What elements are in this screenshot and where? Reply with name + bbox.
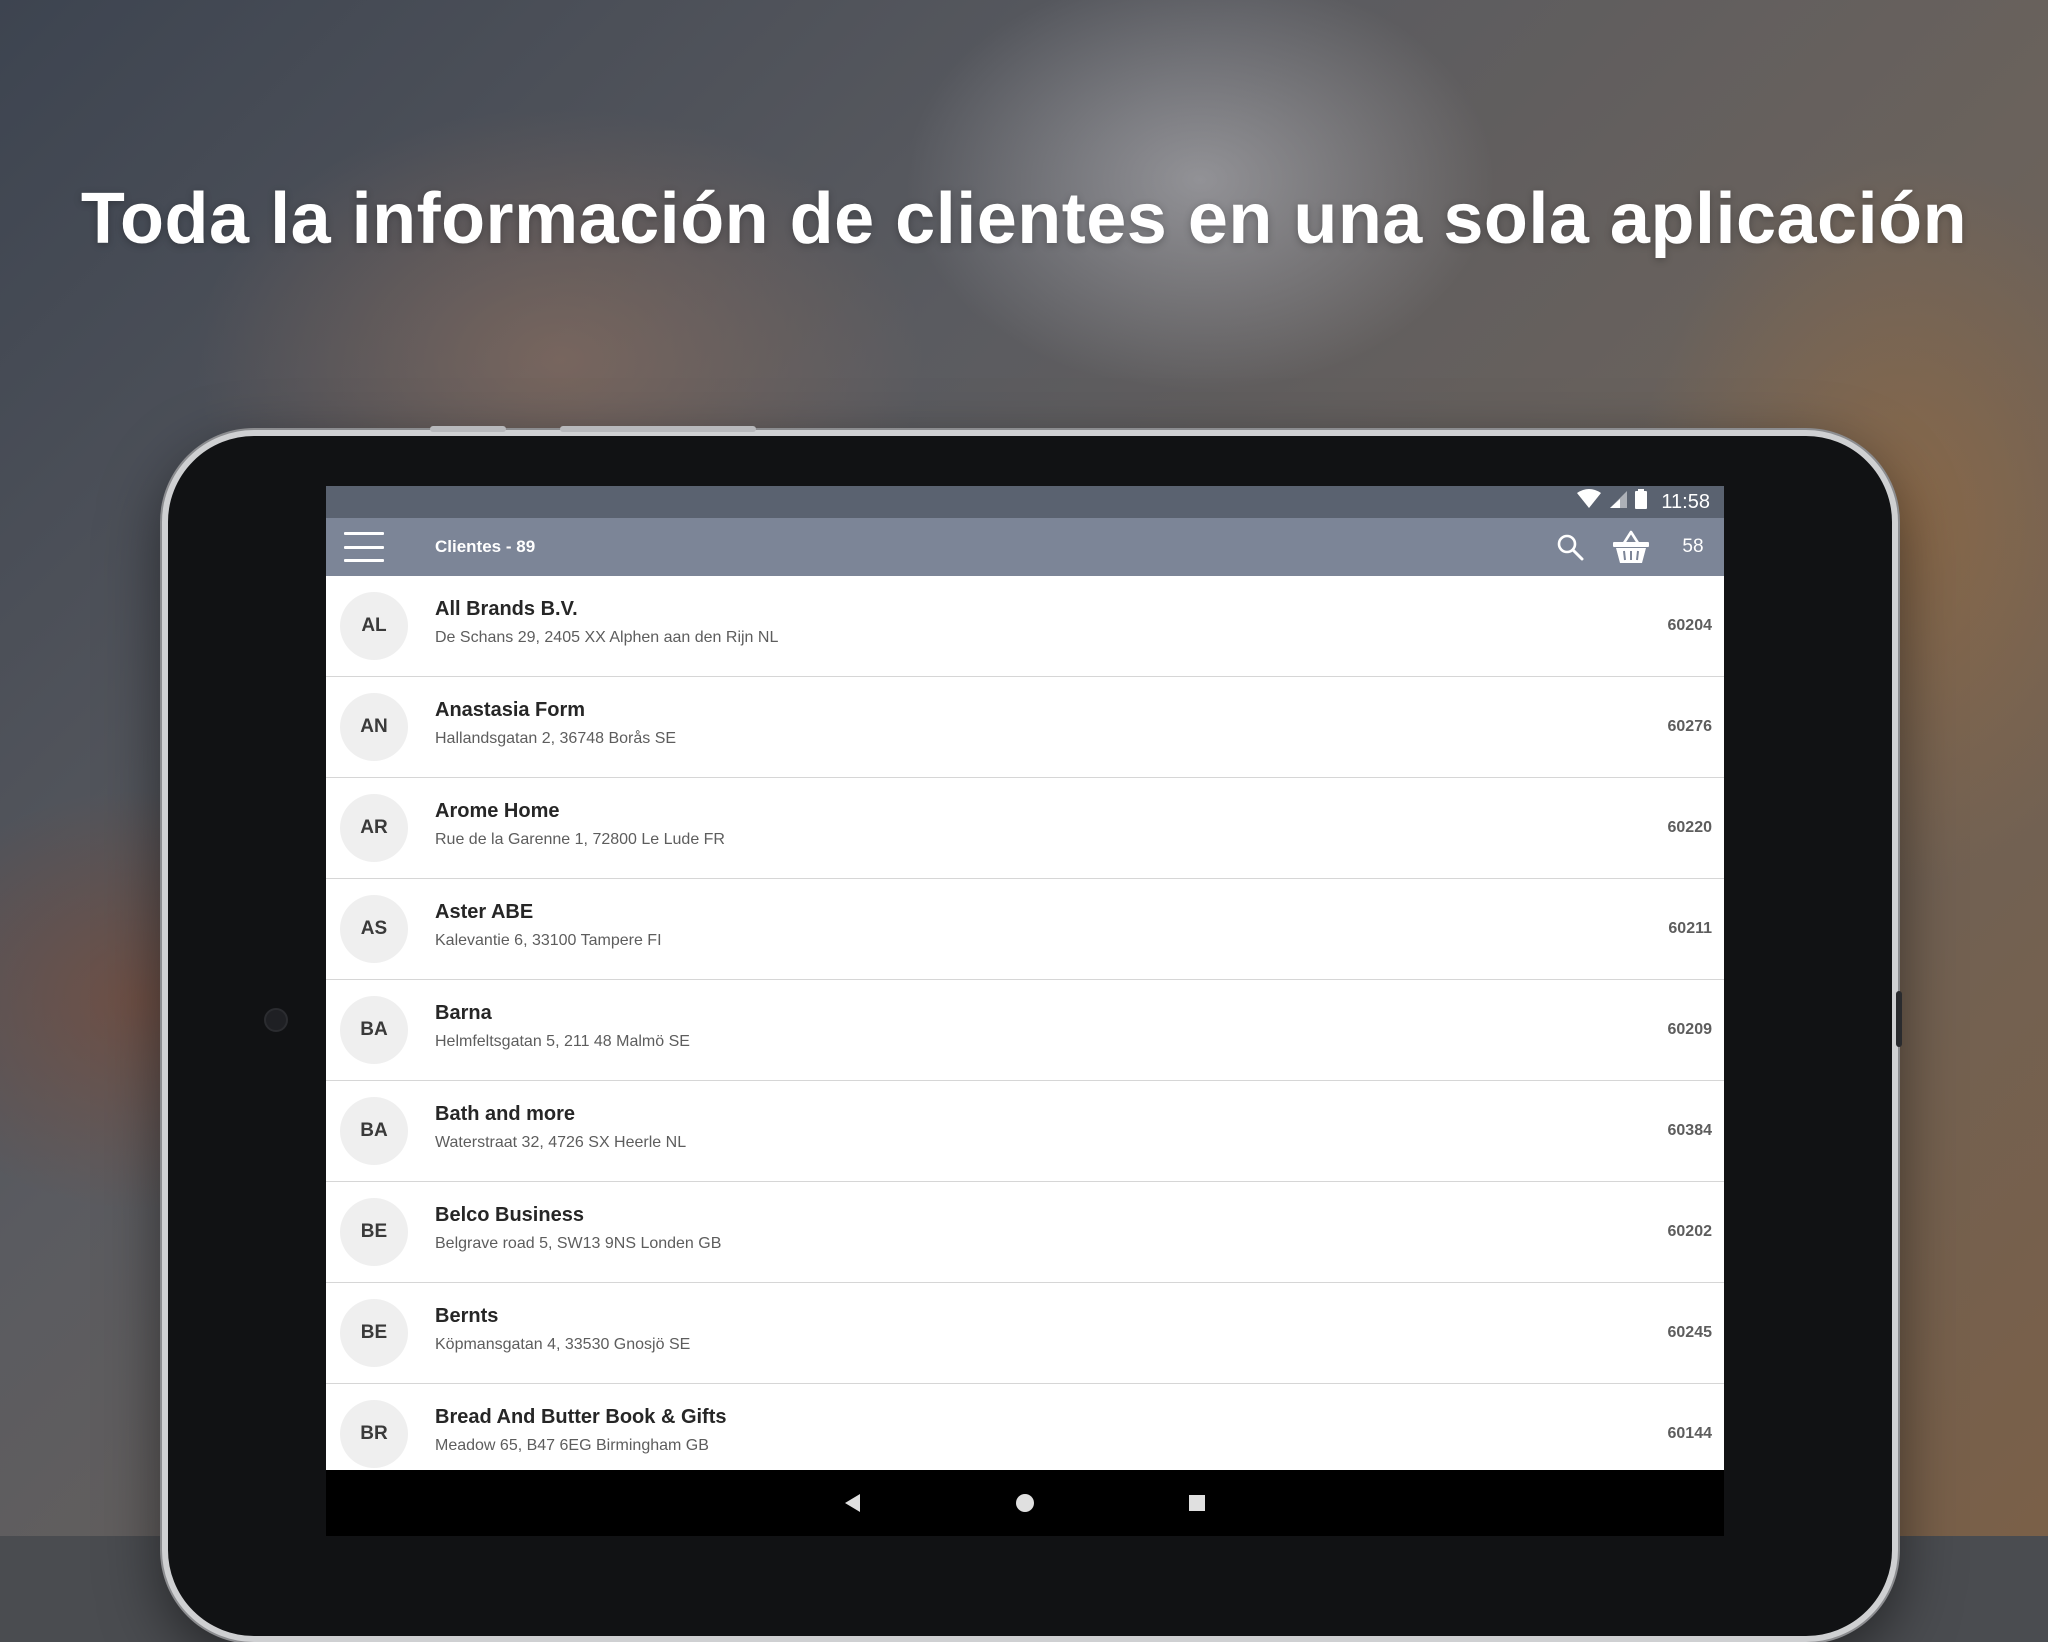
customer-row[interactable]: BA Barna Helmfeltsgatan 5, 211 48 Malmö SE… — [326, 980, 1724, 1081]
customer-name: Bath and more — [435, 1103, 576, 1125]
app-screen: 11:58 Clientes - 89 58 AL All Brands B.V… — [326, 486, 1724, 1536]
back-icon[interactable] — [839, 1489, 867, 1517]
customer-name: Aster ABE — [435, 901, 534, 923]
customer-info: Bernts Köpmansgatan 4, 33530 Gnosjö SE — [435, 1303, 690, 1355]
power-button — [560, 426, 756, 432]
customer-info: Barna Helmfeltsgatan 5, 211 48 Malmö SE — [435, 1000, 690, 1052]
side-button — [1896, 991, 1902, 1047]
avatar: BE — [340, 1299, 408, 1367]
menu-icon[interactable] — [344, 532, 384, 562]
customer-name: Arome Home — [435, 800, 560, 822]
customer-list: AL All Brands B.V. De Schans 29, 2405 XX A… — [326, 576, 1724, 1485]
customer-name: Anastasia Form — [435, 699, 586, 721]
avatar: AL — [340, 592, 408, 660]
customer-info: Aster ABE Kalevantie 6, 33100 Tampere FI — [435, 899, 662, 951]
customer-name: Bread And Butter Book & Gifts — [435, 1406, 727, 1428]
customer-info: Belco Business Belgrave road 5, SW13 9NS … — [435, 1202, 721, 1254]
customer-info: Arome Home Rue de la Garenne 1, 72800 Le … — [435, 798, 725, 850]
customer-code: 60384 — [1667, 1122, 1713, 1139]
customer-address: De Schans 29, 2405 XX Alphen aan den Rij… — [435, 629, 779, 646]
avatar: BE — [340, 1198, 408, 1266]
avatar: AN — [340, 693, 408, 761]
android-nav-bar — [326, 1470, 1724, 1536]
customer-code: 60202 — [1667, 1223, 1713, 1240]
app-bar-actions: 58 — [1540, 518, 1724, 576]
customer-info: Bath and more Waterstraat 32, 4726 SX Hee… — [435, 1101, 686, 1153]
customer-row[interactable]: BA Bath and more Waterstraat 32, 4726 SX H… — [326, 1081, 1724, 1182]
avatar: AS — [340, 895, 408, 963]
customer-address: Hallandsgatan 2, 36748 Borås SE — [435, 730, 677, 747]
customer-code: 60209 — [1667, 1021, 1713, 1038]
customer-code: 60220 — [1667, 819, 1713, 836]
customer-row[interactable]: AS Aster ABE Kalevantie 6, 33100 Tampere F… — [326, 879, 1724, 980]
avatar: BR — [340, 1400, 408, 1468]
customer-info: All Brands B.V. De Schans 29, 2405 XX Alp… — [435, 596, 778, 648]
customer-address: Köpmansgatan 4, 33530 Gnosjö SE — [435, 1336, 691, 1353]
promo-headline: Toda la información de clientes en una s… — [80, 179, 1968, 259]
customer-row[interactable]: BE Belco Business Belgrave road 5, SW13 9N… — [326, 1182, 1724, 1283]
status-time: 11:58 — [1661, 490, 1710, 513]
front-camera — [264, 1008, 288, 1032]
customer-code: 60211 — [1668, 920, 1712, 937]
customer-row[interactable]: AL All Brands B.V. De Schans 29, 2405 XX A… — [326, 576, 1724, 677]
customer-address: Helmfeltsgatan 5, 211 48 Malmö SE — [435, 1033, 690, 1050]
customer-address: Meadow 65, B47 6EG Birmingham GB — [435, 1437, 709, 1454]
customer-info: Bread And Butter Book & Gifts Meadow 65, … — [435, 1404, 727, 1456]
wifi-icon — [1577, 489, 1602, 515]
page-title: Clientes - 89 — [435, 537, 536, 556]
customer-code: 60204 — [1667, 617, 1713, 634]
customer-name: Belco Business — [435, 1204, 584, 1226]
customer-name: All Brands B.V. — [435, 598, 578, 620]
avatar: BA — [340, 1097, 408, 1165]
search-icon[interactable] — [1540, 533, 1600, 561]
battery-icon — [1635, 489, 1648, 515]
customer-info: Anastasia Form Hallandsgatan 2, 36748 Bor… — [435, 697, 676, 749]
avatar: BA — [340, 996, 408, 1064]
basket-icon[interactable] — [1600, 529, 1662, 565]
customer-address: Belgrave road 5, SW13 9NS Londen GB — [435, 1235, 722, 1252]
home-icon[interactable] — [1011, 1489, 1039, 1517]
recents-icon[interactable] — [1183, 1489, 1211, 1517]
customer-row[interactable]: AR Arome Home Rue de la Garenne 1, 72800 L… — [326, 778, 1724, 879]
customer-row[interactable]: AN Anastasia Form Hallandsgatan 2, 36748 B… — [326, 677, 1724, 778]
customer-name: Bernts — [435, 1305, 499, 1327]
avatar: AR — [340, 794, 408, 862]
volume-button — [430, 426, 506, 432]
customer-name: Barna — [435, 1002, 492, 1024]
customer-address: Kalevantie 6, 33100 Tampere FI — [435, 932, 662, 949]
signal-icon — [1609, 489, 1628, 515]
cart-count: 58 — [1682, 536, 1704, 557]
customer-code: 60144 — [1667, 1425, 1713, 1442]
customer-address: Waterstraat 32, 4726 SX Heerle NL — [435, 1134, 687, 1151]
customer-code: 60245 — [1667, 1324, 1713, 1341]
customer-address: Rue de la Garenne 1, 72800 Le Lude FR — [435, 831, 725, 848]
app-bar: Clientes - 89 58 — [326, 518, 1724, 576]
customer-row[interactable]: BE Bernts Köpmansgatan 4, 33530 Gnosjö SE 6… — [326, 1283, 1724, 1384]
status-bar: 11:58 — [326, 486, 1724, 518]
customer-code: 60276 — [1667, 718, 1713, 735]
